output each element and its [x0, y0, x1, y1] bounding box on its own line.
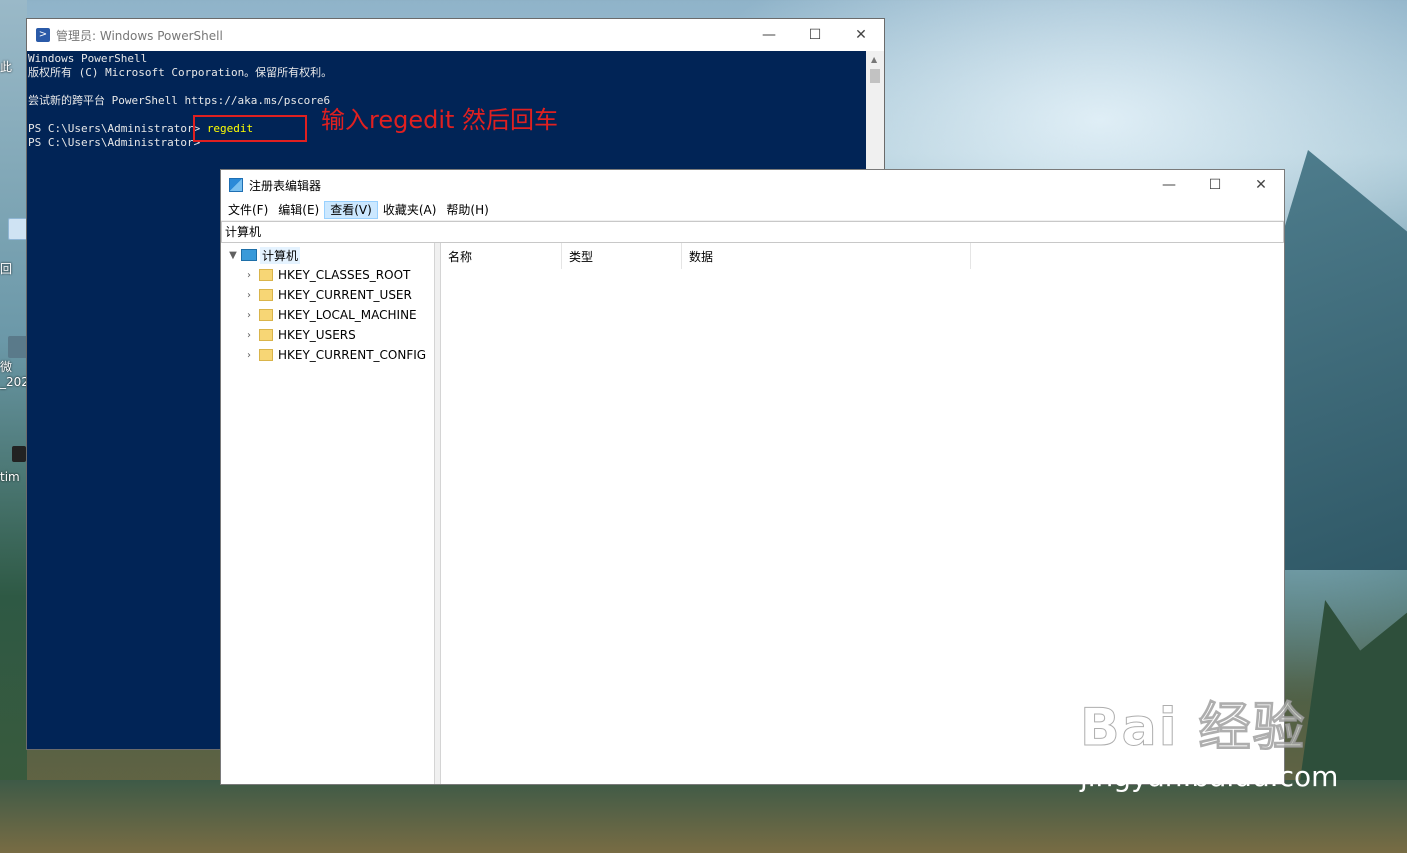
minimize-button[interactable]: —	[1146, 170, 1192, 200]
folder-icon	[259, 289, 273, 301]
tree-node-label: 计算机	[260, 246, 301, 264]
close-button[interactable]: ✕	[1238, 170, 1284, 200]
menu-edit[interactable]: 编辑(E)	[273, 201, 324, 219]
tree-node-label: HKEY_LOCAL_MACHINE	[278, 308, 417, 322]
tree-node-hkey-users[interactable]: › HKEY_USERS	[243, 325, 356, 345]
tree-node-label: HKEY_USERS	[278, 328, 356, 342]
menu-bar: 文件(F) 编辑(E) 查看(V) 收藏夹(A) 帮助(H)	[221, 200, 1284, 220]
regedit-icon	[229, 178, 243, 192]
regedit-titlebar[interactable]: 注册表编辑器 — ☐ ✕	[221, 170, 1284, 200]
tree-node-label: HKEY_CLASSES_ROOT	[278, 268, 411, 282]
scroll-thumb[interactable]	[870, 69, 880, 83]
console-scrollbar[interactable]: ▲	[866, 51, 884, 171]
regedit-title: 注册表编辑器	[249, 178, 322, 193]
chevron-right-icon[interactable]: ›	[243, 290, 255, 301]
tree-node-computer[interactable]: ▼ 计算机	[227, 245, 301, 265]
desktop-background-left	[0, 0, 27, 853]
folder-icon	[259, 309, 273, 321]
chevron-right-icon[interactable]: ›	[243, 270, 255, 281]
tree-node-hkey-current-user[interactable]: › HKEY_CURRENT_USER	[243, 285, 412, 305]
tree-node-hkey-current-config[interactable]: › HKEY_CURRENT_CONFIG	[243, 345, 426, 365]
column-header-data[interactable]: 数据	[682, 243, 971, 269]
baidu-jingyan-watermark: Bai 经验 jingyan.baidu.com	[1079, 698, 1339, 794]
registry-editor-window[interactable]: 注册表编辑器 — ☐ ✕ 文件(F) 编辑(E) 查看(V) 收藏夹(A) 帮助…	[220, 169, 1285, 785]
chevron-down-icon[interactable]: ▼	[227, 250, 239, 261]
powershell-title: 管理员: Windows PowerShell	[56, 28, 223, 43]
address-bar[interactable]: 计算机	[221, 221, 1284, 243]
console-prompt: PS C:\Users\Administrator>	[28, 122, 207, 135]
powershell-titlebar[interactable]: > 管理员: Windows PowerShell — ☐ ✕	[27, 19, 884, 51]
folder-icon	[259, 269, 273, 281]
menu-file[interactable]: 文件(F)	[223, 201, 273, 219]
annotation-text: 输入regedit 然后回车	[321, 106, 559, 134]
menu-view[interactable]: 查看(V)	[324, 201, 378, 219]
chevron-right-icon[interactable]: ›	[243, 350, 255, 361]
column-header-name[interactable]: 名称	[441, 243, 562, 269]
close-button[interactable]: ✕	[838, 19, 884, 51]
watermark-brand: Bai 经验	[1079, 698, 1307, 758]
menu-favorites[interactable]: 收藏夹(A)	[378, 201, 442, 219]
powershell-icon: >	[36, 28, 50, 42]
folder-icon	[259, 329, 273, 341]
tree-node-hkey-classes-root[interactable]: › HKEY_CLASSES_ROOT	[243, 265, 410, 285]
watermark-url: jingyan.baidu.com	[1080, 760, 1339, 793]
console-line: Windows PowerShell	[28, 52, 148, 65]
annotation-highlight-box	[193, 115, 307, 142]
menu-help[interactable]: 帮助(H)	[441, 201, 493, 219]
registry-tree[interactable]: ▼ 计算机 › HKEY_CLASSES_ROOT › HKEY_CURRENT…	[221, 243, 435, 784]
scroll-up-icon[interactable]: ▲	[871, 55, 877, 64]
tree-node-hkey-local-machine[interactable]: › HKEY_LOCAL_MACHINE	[243, 305, 417, 325]
maximize-button[interactable]: ☐	[1192, 170, 1238, 200]
maximize-button[interactable]: ☐	[792, 19, 838, 51]
minimize-button[interactable]: —	[746, 19, 792, 51]
chevron-right-icon[interactable]: ›	[243, 310, 255, 321]
console-line: 版权所有 (C) Microsoft Corporation。保留所有权利。	[28, 66, 333, 79]
tree-node-label: HKEY_CURRENT_USER	[278, 288, 412, 302]
chevron-right-icon[interactable]: ›	[243, 330, 255, 341]
tree-node-label: HKEY_CURRENT_CONFIG	[278, 348, 427, 362]
computer-icon	[241, 249, 257, 261]
console-prompt: PS C:\Users\Administrator>	[28, 136, 201, 149]
column-header-type[interactable]: 类型	[562, 243, 682, 269]
folder-icon	[259, 349, 273, 361]
app-icon	[12, 446, 26, 462]
